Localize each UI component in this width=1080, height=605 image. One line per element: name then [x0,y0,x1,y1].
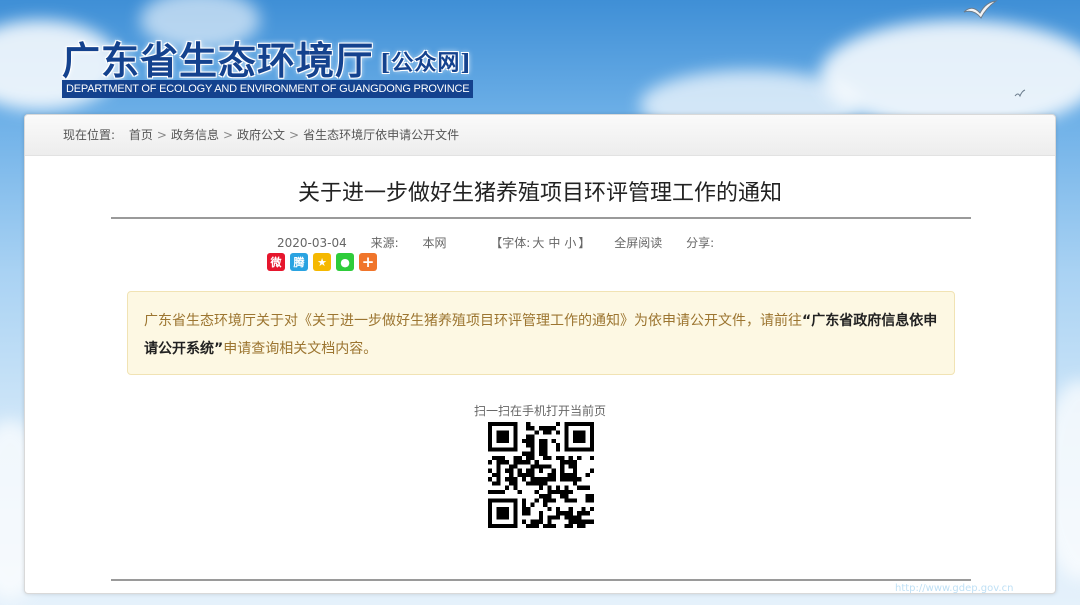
breadcrumb-gov-docs[interactable]: 政府公文 [237,128,285,142]
breadcrumb-home[interactable]: 首页 [129,128,153,142]
article-title: 关于进一步做好生猪养殖项目环评管理工作的通知 [297,181,782,206]
site-title[interactable]: 广东省生态环境厅 [公众网] [62,30,472,85]
breadcrumb-bar: 现在位置: 首页 > 政务信息 > 政府公文 > 省生态环境厅依申请公开文件 [25,115,1055,156]
article-date: 2020-03-04 [277,236,347,250]
qr-code [488,422,594,528]
breadcrumb: 现在位置: 首页 > 政务信息 > 政府公文 > 省生态环境厅依申请公开文件 [63,126,459,143]
breadcrumb-lead: 现在位置: [63,128,116,142]
wechat-icon[interactable]: ● [336,253,354,271]
watermark: http://www.gdep.gov.cn [895,583,1014,594]
content-panel: 现在位置: 首页 > 政务信息 > 政府公文 > 省生态环境厅依申请公开文件 关于进一步做好… [24,114,1056,594]
font-size-large[interactable]: 大 [532,236,544,250]
qr-caption: 扫一扫在手机打开当前页 [473,404,606,418]
fullscreen-read-link[interactable]: 全屏阅读 [614,236,662,250]
breadcrumb-request-docs[interactable]: 省生态环境厅依申请公开文件 [303,128,459,142]
article-source: 来源: 本网 [370,236,447,250]
tencent-weibo-icon[interactable]: 腾 [290,253,308,271]
bottom-divider [111,579,971,581]
title-divider [111,217,971,219]
breadcrumb-separator: > [289,128,300,142]
article-meta: 2020-03-04 来源: 本网 【字体: 大中小】 全屏阅读 分享: [277,234,734,251]
weibo-icon[interactable]: 微 [267,253,285,271]
more-share-icon[interactable]: + [359,253,377,271]
breadcrumb-gov-info[interactable]: 政务信息 [171,128,219,142]
font-size-medium[interactable]: 中 [548,236,560,250]
font-size-controls: 【字体: 大中小】 [490,236,591,250]
site-badge: [公众网] [380,50,472,76]
site-title-english: DEPARTMENT OF ECOLOGY AND ENVIRONMENT OF… [62,80,474,98]
seagull-icon [963,0,998,19]
seagull-icon [1014,89,1026,98]
notice-box: 广东省生态环境厅关于对《关于进一步做好生猪养殖项目环评管理工作的通知》为依申请公… [127,291,955,375]
share-label: 分享: [686,236,715,250]
qzone-icon[interactable]: ★ [313,253,331,271]
notice-text: 广东省生态环境厅关于对《关于进一步做好生猪养殖项目环评管理工作的通知》为依申请公… [144,313,802,329]
breadcrumb-separator: > [222,128,234,142]
font-size-small[interactable]: 小 [564,236,576,250]
share-icons: 微 腾 ★ ● + [267,253,377,271]
breadcrumb-separator: > [156,128,167,142]
notice-text-end: 申请查询相关文档内容。 [223,341,378,357]
